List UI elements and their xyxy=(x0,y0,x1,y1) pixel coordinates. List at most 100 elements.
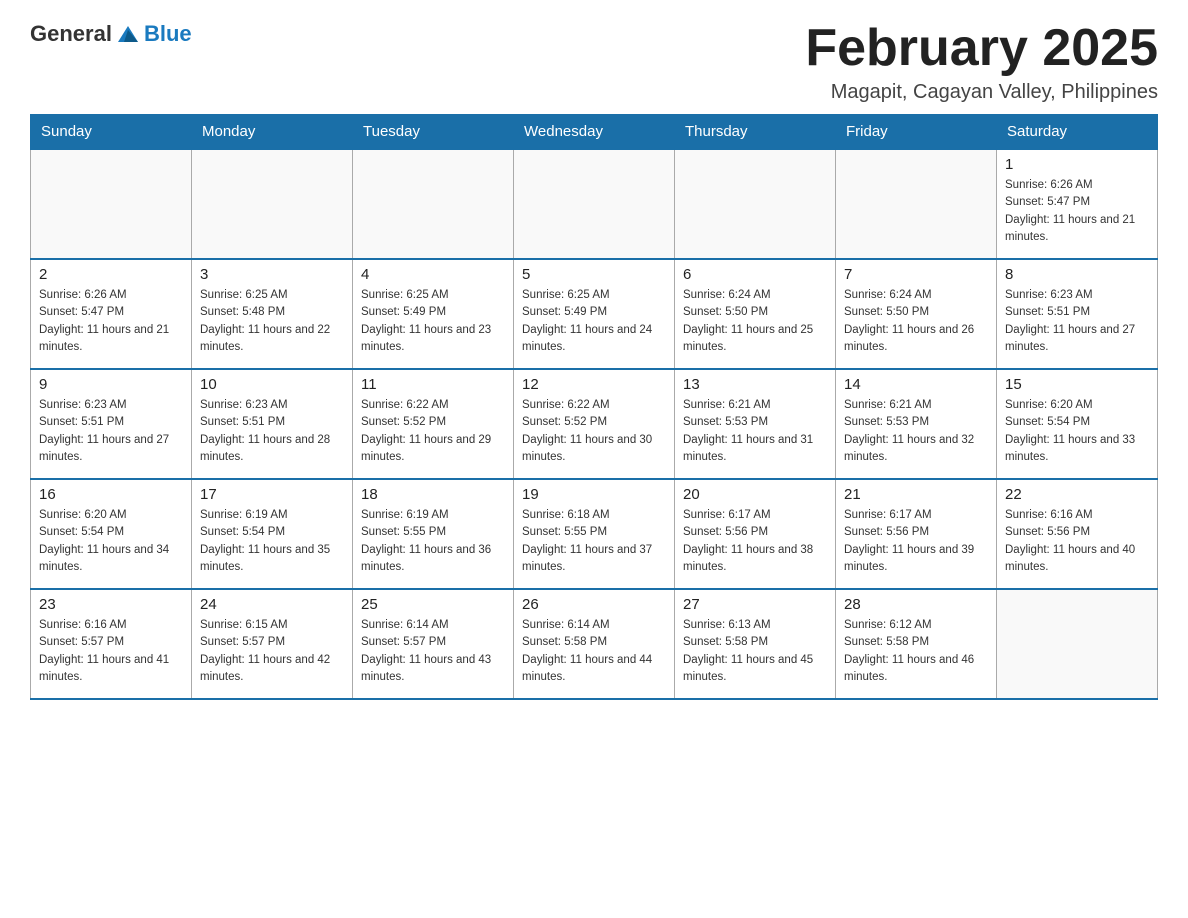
calendar-cell: 14 Sunrise: 6:21 AM Sunset: 5:53 PM Dayli… xyxy=(836,369,997,479)
calendar-cell: 16Sunrise: 6:20 AM Sunset: 5:54 PM Dayli… xyxy=(31,479,192,589)
day-number: 28 xyxy=(844,596,988,613)
day-info: Sunrise: 6:17 AM Sunset: 5:56 PM Dayligh… xyxy=(844,507,988,576)
day-number: 13 xyxy=(683,376,827,393)
day-info: Sunrise: 6:13 AM Sunset: 5:58 PM Dayligh… xyxy=(683,617,827,686)
week-row-5: 23 Sunrise: 6:16 AM Sunset: 5:57 PM Dayli… xyxy=(31,589,1158,699)
weekday-header-tuesday: Tuesday xyxy=(353,115,514,150)
day-info: Sunrise: 6:26 AM Sunset: 5:47 PM Dayligh… xyxy=(1005,177,1149,246)
day-info: Sunrise: 6:26 AM Sunset: 5:47 PM Dayligh… xyxy=(39,287,183,356)
weekday-header-monday: Monday xyxy=(192,115,353,150)
weekday-header-sunday: Sunday xyxy=(31,115,192,150)
calendar-cell: 10 Sunrise: 6:23 AM Sunset: 5:51 PM Dayli… xyxy=(192,369,353,479)
day-number: 22 xyxy=(1005,486,1149,503)
day-number: 15 xyxy=(1005,376,1149,393)
day-number: 26 xyxy=(522,596,666,613)
calendar-cell xyxy=(31,149,192,259)
day-number: 9 xyxy=(39,376,183,393)
calendar-cell: 28 Sunrise: 6:12 AM Sunset: 5:58 PM Dayli… xyxy=(836,589,997,699)
day-info: Sunrise: 6:23 AM Sunset: 5:51 PM Dayligh… xyxy=(200,397,344,466)
day-info: Sunrise: 6:20 AM Sunset: 5:54 PM Dayligh… xyxy=(1005,397,1149,466)
calendar-cell: 22 Sunrise: 6:16 AM Sunset: 5:56 PM Dayli… xyxy=(997,479,1158,589)
calendar-cell xyxy=(675,149,836,259)
day-info: Sunrise: 6:19 AM Sunset: 5:54 PM Dayligh… xyxy=(200,507,344,576)
calendar-cell: 11 Sunrise: 6:22 AM Sunset: 5:52 PM Dayli… xyxy=(353,369,514,479)
calendar-cell: 26 Sunrise: 6:14 AM Sunset: 5:58 PM Dayli… xyxy=(514,589,675,699)
weekday-header-friday: Friday xyxy=(836,115,997,150)
day-number: 18 xyxy=(361,486,505,503)
calendar-cell: 20 Sunrise: 6:17 AM Sunset: 5:56 PM Dayli… xyxy=(675,479,836,589)
calendar-cell: 5Sunrise: 6:25 AM Sunset: 5:49 PM Daylig… xyxy=(514,259,675,369)
day-info: Sunrise: 6:22 AM Sunset: 5:52 PM Dayligh… xyxy=(522,397,666,466)
day-number: 5 xyxy=(522,266,666,283)
day-info: Sunrise: 6:21 AM Sunset: 5:53 PM Dayligh… xyxy=(844,397,988,466)
day-number: 17 xyxy=(200,486,344,503)
day-number: 11 xyxy=(361,376,505,393)
day-number: 8 xyxy=(1005,266,1149,283)
calendar-cell: 19 Sunrise: 6:18 AM Sunset: 5:55 PM Dayli… xyxy=(514,479,675,589)
calendar-cell: 24 Sunrise: 6:15 AM Sunset: 5:57 PM Dayli… xyxy=(192,589,353,699)
day-number: 24 xyxy=(200,596,344,613)
day-number: 3 xyxy=(200,266,344,283)
day-info: Sunrise: 6:15 AM Sunset: 5:57 PM Dayligh… xyxy=(200,617,344,686)
calendar-cell xyxy=(353,149,514,259)
page-header: General Blue February 2025 Magapit, Caga… xyxy=(30,20,1158,104)
calendar-cell: 13 Sunrise: 6:21 AM Sunset: 5:53 PM Dayli… xyxy=(675,369,836,479)
day-info: Sunrise: 6:23 AM Sunset: 5:51 PM Dayligh… xyxy=(1005,287,1149,356)
day-number: 19 xyxy=(522,486,666,503)
calendar-cell: 12 Sunrise: 6:22 AM Sunset: 5:52 PM Dayli… xyxy=(514,369,675,479)
logo-blue-text: Blue xyxy=(144,21,192,47)
month-title: February 2025 xyxy=(805,20,1158,77)
calendar-cell: 8 Sunrise: 6:23 AM Sunset: 5:51 PM Daylig… xyxy=(997,259,1158,369)
calendar-cell: 6 Sunrise: 6:24 AM Sunset: 5:50 PM Daylig… xyxy=(675,259,836,369)
calendar-cell: 9Sunrise: 6:23 AM Sunset: 5:51 PM Daylig… xyxy=(31,369,192,479)
logo: General Blue xyxy=(30,20,192,48)
day-number: 20 xyxy=(683,486,827,503)
calendar-cell: 17 Sunrise: 6:19 AM Sunset: 5:54 PM Dayli… xyxy=(192,479,353,589)
calendar-cell xyxy=(514,149,675,259)
calendar-header-row: SundayMondayTuesdayWednesdayThursdayFrid… xyxy=(31,115,1158,150)
day-number: 16 xyxy=(39,486,183,503)
week-row-3: 9 Sunrise: 6:23 AM Sunset: 5:51 PM Daylig… xyxy=(31,369,1158,479)
calendar-cell xyxy=(192,149,353,259)
title-section: February 2025 Magapit, Cagayan Valley, P… xyxy=(805,20,1158,104)
week-row-4: 16Sunrise: 6:20 AM Sunset: 5:54 PM Dayli… xyxy=(31,479,1158,589)
day-info: Sunrise: 6:24 AM Sunset: 5:50 PM Dayligh… xyxy=(683,287,827,356)
day-number: 23 xyxy=(39,596,183,613)
day-info: Sunrise: 6:18 AM Sunset: 5:55 PM Dayligh… xyxy=(522,507,666,576)
day-info: Sunrise: 6:14 AM Sunset: 5:58 PM Dayligh… xyxy=(522,617,666,686)
calendar-cell: 25Sunrise: 6:14 AM Sunset: 5:57 PM Dayli… xyxy=(353,589,514,699)
day-number: 21 xyxy=(844,486,988,503)
day-info: Sunrise: 6:24 AM Sunset: 5:50 PM Dayligh… xyxy=(844,287,988,356)
day-number: 7 xyxy=(844,266,988,283)
calendar-cell xyxy=(997,589,1158,699)
calendar-cell: 27Sunrise: 6:13 AM Sunset: 5:58 PM Dayli… xyxy=(675,589,836,699)
day-info: Sunrise: 6:25 AM Sunset: 5:48 PM Dayligh… xyxy=(200,287,344,356)
calendar-cell: 21 Sunrise: 6:17 AM Sunset: 5:56 PM Dayli… xyxy=(836,479,997,589)
calendar-cell: 18 Sunrise: 6:19 AM Sunset: 5:55 PM Dayli… xyxy=(353,479,514,589)
day-info: Sunrise: 6:21 AM Sunset: 5:53 PM Dayligh… xyxy=(683,397,827,466)
weekday-header-wednesday: Wednesday xyxy=(514,115,675,150)
logo-icon xyxy=(114,20,142,48)
day-number: 10 xyxy=(200,376,344,393)
day-number: 14 xyxy=(844,376,988,393)
day-info: Sunrise: 6:17 AM Sunset: 5:56 PM Dayligh… xyxy=(683,507,827,576)
day-number: 1 xyxy=(1005,156,1149,173)
day-number: 12 xyxy=(522,376,666,393)
week-row-2: 2 Sunrise: 6:26 AM Sunset: 5:47 PM Daylig… xyxy=(31,259,1158,369)
day-info: Sunrise: 6:12 AM Sunset: 5:58 PM Dayligh… xyxy=(844,617,988,686)
day-info: Sunrise: 6:25 AM Sunset: 5:49 PM Dayligh… xyxy=(361,287,505,356)
day-info: Sunrise: 6:16 AM Sunset: 5:56 PM Dayligh… xyxy=(1005,507,1149,576)
day-number: 2 xyxy=(39,266,183,283)
day-info: Sunrise: 6:19 AM Sunset: 5:55 PM Dayligh… xyxy=(361,507,505,576)
day-info: Sunrise: 6:22 AM Sunset: 5:52 PM Dayligh… xyxy=(361,397,505,466)
day-info: Sunrise: 6:16 AM Sunset: 5:57 PM Dayligh… xyxy=(39,617,183,686)
calendar-cell: 4 Sunrise: 6:25 AM Sunset: 5:49 PM Daylig… xyxy=(353,259,514,369)
logo-general-text: General xyxy=(30,21,112,47)
week-row-1: 1 Sunrise: 6:26 AM Sunset: 5:47 PM Daylig… xyxy=(31,149,1158,259)
day-number: 6 xyxy=(683,266,827,283)
day-number: 25 xyxy=(361,596,505,613)
calendar-cell xyxy=(836,149,997,259)
day-number: 4 xyxy=(361,266,505,283)
calendar-cell: 2 Sunrise: 6:26 AM Sunset: 5:47 PM Daylig… xyxy=(31,259,192,369)
calendar-cell: 7 Sunrise: 6:24 AM Sunset: 5:50 PM Daylig… xyxy=(836,259,997,369)
